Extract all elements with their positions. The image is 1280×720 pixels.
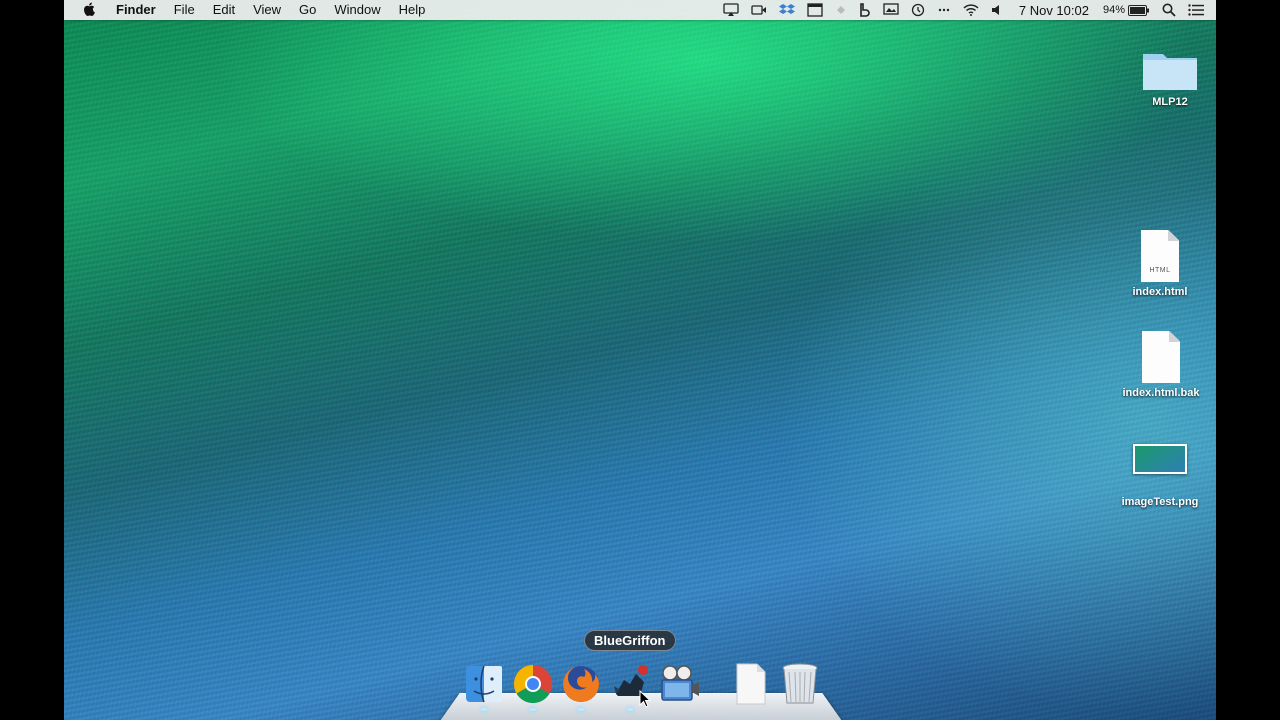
dock-item-trash[interactable] [778, 662, 822, 706]
chrome-icon [513, 664, 553, 704]
trash-icon [782, 663, 818, 704]
dock-item-finder[interactable] [462, 662, 506, 706]
menu-file[interactable]: File [165, 0, 204, 20]
image-capture-icon [661, 665, 699, 701]
menu-help[interactable]: Help [390, 0, 435, 20]
video-status-icon[interactable] [751, 0, 767, 20]
image-file-icon [1133, 444, 1187, 474]
volume-status-icon[interactable] [991, 0, 1005, 20]
dock-item-document-stack[interactable] [729, 662, 773, 706]
apple-menu-icon[interactable] [80, 2, 98, 19]
firefox-icon [563, 666, 599, 702]
desktop-item-index-html[interactable]: HTML index.html [1110, 230, 1210, 298]
dock-item-firefox[interactable] [559, 662, 603, 706]
menubar-clock[interactable]: 7 Nov 10:02 [1019, 3, 1089, 18]
desktop-item-mlp12[interactable]: MLP12 [1120, 48, 1216, 108]
mouse-cursor-icon [639, 690, 651, 708]
desktop-item-label: index.html [1132, 286, 1188, 298]
desktop-item-label: MLP12 [1152, 96, 1188, 108]
menu-go[interactable]: Go [290, 0, 325, 20]
time-machine-status-icon[interactable] [911, 0, 925, 20]
desktop-item-index-html-bak[interactable]: index.html.bak [1111, 331, 1211, 399]
bluegriffon-running-indicator [627, 708, 633, 711]
dock-item-image-capture[interactable] [656, 662, 700, 706]
desktop-item-label: imageTest.png [1121, 496, 1199, 508]
menu-view[interactable]: View [244, 0, 290, 20]
window-status-icon[interactable] [807, 0, 823, 20]
display-status-icon[interactable] [883, 0, 899, 20]
finder-running-indicator [481, 708, 487, 711]
airplay-status-icon[interactable] [723, 0, 739, 20]
dock-item-chrome[interactable] [511, 662, 555, 706]
file-icon [1142, 331, 1180, 383]
wifi-status-icon[interactable] [963, 0, 979, 20]
bluetooth-status-icon[interactable] [937, 0, 951, 20]
notification-status-icon[interactable] [835, 0, 847, 20]
file-type-tag: HTML [1149, 267, 1171, 274]
bluegriffon-status-icon[interactable] [859, 0, 871, 20]
notification-center-icon[interactable] [1188, 0, 1204, 20]
folder-icon [1143, 54, 1197, 90]
desktop-item-imagetest-png[interactable]: imageTest.png [1110, 444, 1210, 508]
menu-edit[interactable]: Edit [204, 0, 244, 20]
html-file-icon: HTML [1141, 230, 1179, 282]
firefox-running-indicator [578, 708, 584, 711]
desktop-item-label: index.html.bak [1122, 387, 1200, 399]
dock-tooltip: BlueGriffon [584, 630, 676, 651]
menu-finder[interactable]: Finder [112, 0, 165, 20]
finder-icon [466, 665, 502, 703]
battery-status[interactable]: 94% [1103, 0, 1150, 20]
battery-percentage: 94% [1102, 4, 1125, 16]
menu-bar: Finder File Edit View Go Window Help 7 N… [64, 0, 1216, 20]
chrome-running-indicator [530, 708, 536, 711]
menu-window[interactable]: Window [325, 0, 389, 20]
document-stack-icon [736, 663, 766, 705]
spotlight-search-icon[interactable] [1162, 0, 1176, 20]
wallpaper-wave [64, 0, 1216, 720]
desktop: Finder File Edit View Go Window Help 7 N… [64, 0, 1216, 720]
dropbox-status-icon[interactable] [778, 0, 795, 20]
battery-icon [1128, 4, 1149, 16]
